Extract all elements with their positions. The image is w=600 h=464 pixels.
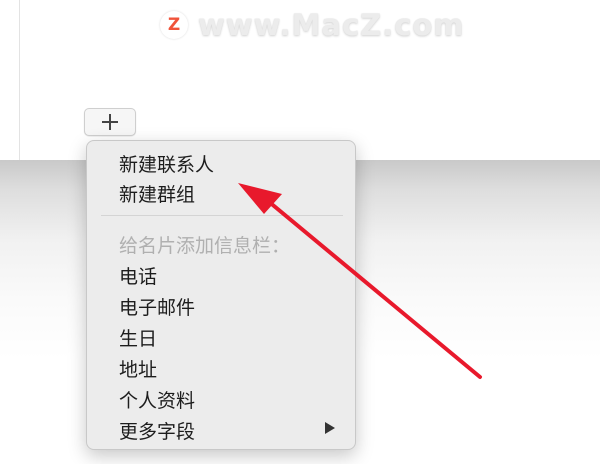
annotation-arrow xyxy=(238,183,482,379)
annotation-arrow-shaft xyxy=(260,194,482,379)
